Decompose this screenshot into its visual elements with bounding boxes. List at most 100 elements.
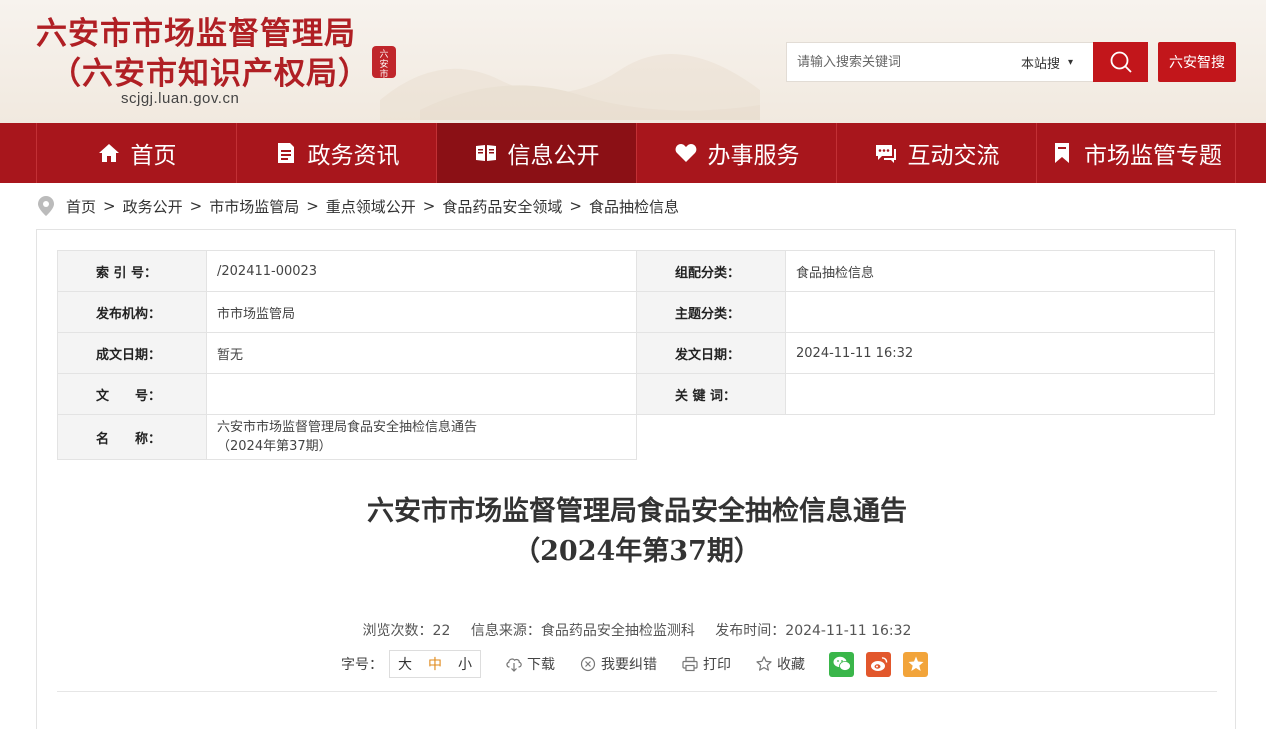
table-row: 成文日期： 暂无 发文日期： 2024-11-11 16:32 xyxy=(57,332,1215,374)
content-panel: 索 引 号： /202411-00023 组配分类： 食品抽检信息 发布机构： … xyxy=(36,229,1236,729)
site-url: scjgj.luan.gov.cn xyxy=(121,90,240,107)
print-label: 打印 xyxy=(703,657,731,673)
search-input[interactable] xyxy=(787,43,1009,81)
breadcrumb-gov-open[interactable]: 政务公开 xyxy=(123,196,183,217)
docno-label: 文 号： xyxy=(57,373,207,415)
printer-icon xyxy=(682,656,698,672)
nav-item-info-open[interactable]: 信息公开 xyxy=(436,123,636,183)
breadcrumb-separator: > xyxy=(189,197,203,215)
nav-item-home[interactable]: 首页 xyxy=(36,123,236,183)
breadcrumb-home[interactable]: 首页 xyxy=(66,196,96,217)
group-label: 组配分类： xyxy=(636,250,786,292)
smart-search-button[interactable]: 六安智搜 xyxy=(1158,42,1236,82)
font-size-group: 大 中 小 xyxy=(389,650,481,678)
seal-char: 六 xyxy=(379,50,389,60)
publisher-label: 发布机构： xyxy=(57,291,207,333)
table-row: 发布机构： 市市场监管局 主题分类： xyxy=(57,291,1215,333)
search-button[interactable] xyxy=(1093,42,1148,82)
search-scope-label: 本站搜 xyxy=(1021,56,1061,72)
mountain-decoration xyxy=(380,54,760,120)
created-date-value: 暂无 xyxy=(206,332,637,374)
breadcrumb: 首页 > 政务公开 > 市市场监管局 > 重点领域公开 > 食品药品安全领域 >… xyxy=(0,183,1266,229)
nav-item-label: 互动交流 xyxy=(907,143,1000,169)
site-title-line2: （六安市知识产权局） xyxy=(50,56,370,92)
correction-label: 我要纠错 xyxy=(601,657,657,673)
bookmark-icon xyxy=(1055,143,1069,163)
content-divider xyxy=(57,691,1217,692)
download-label: 下载 xyxy=(527,657,555,673)
article-toolbar: 字号： 大 中 小 下载 我要纠错 打印 收藏 xyxy=(341,650,928,678)
font-size-medium-button[interactable]: 中 xyxy=(420,651,450,677)
info-source: 信息来源：食品药品安全抽检监测科 xyxy=(470,623,695,639)
star-icon xyxy=(756,656,772,671)
seal-char: 市 xyxy=(379,70,389,80)
site-header: 六安市市场监督管理局 （六安市知识产权局） 六安市 scjgj.luan.gov… xyxy=(0,0,1266,123)
table-row: 名 称： 六安市市场监督管理局食品安全抽检信息通告 （2024年第37期） xyxy=(57,414,1215,460)
search-box: 本站搜 ▾ xyxy=(786,42,1093,82)
share-wechat-button[interactable] xyxy=(829,651,854,677)
index-value: /202411-00023 xyxy=(206,250,637,292)
location-pin-icon xyxy=(38,196,54,216)
font-size-small-button[interactable]: 小 xyxy=(450,651,480,677)
published-date-value: 2024-11-11 16:32 xyxy=(785,332,1215,374)
nav-item-label: 市场监管专题 xyxy=(1084,143,1222,169)
download-icon xyxy=(506,658,522,672)
breadcrumb-key-areas[interactable]: 重点领域公开 xyxy=(326,196,416,217)
created-date-label: 成文日期： xyxy=(57,332,207,374)
table-row: 索 引 号： /202411-00023 组配分类： 食品抽检信息 xyxy=(57,250,1215,292)
article-meta: 浏览次数：22 信息来源：食品药品安全抽检监测科 发布时间：2024-11-11… xyxy=(37,620,1237,640)
main-nav: 首页 政务资讯 信息公开 办事服务 互动交流 市场监管专题 xyxy=(0,123,1266,183)
heart-icon xyxy=(675,144,696,162)
chat-icon xyxy=(875,145,896,163)
breadcrumb-separator: > xyxy=(306,197,319,215)
nav-item-label: 政务资讯 xyxy=(307,143,400,169)
breadcrumb-separator: > xyxy=(422,197,436,215)
share-weibo-button[interactable] xyxy=(866,651,891,677)
breadcrumb-separator: > xyxy=(569,197,582,215)
breadcrumb-food-drug[interactable]: 食品药品安全领域 xyxy=(442,196,562,217)
font-size-large-button[interactable]: 大 xyxy=(390,651,420,677)
breadcrumb-separator: > xyxy=(103,197,116,215)
publisher-value: 市市场监管局 xyxy=(206,291,637,333)
index-label: 索 引 号： xyxy=(57,250,207,292)
article-title-line1: 六安市市场监督管理局食品安全抽检信息通告 xyxy=(367,496,907,527)
favorite-button[interactable]: 收藏 xyxy=(755,654,805,674)
nav-item-market-topics[interactable]: 市场监管专题 xyxy=(1036,123,1236,183)
qzone-star-icon xyxy=(908,656,923,671)
home-icon xyxy=(98,144,119,162)
topic-label: 主题分类： xyxy=(636,291,786,333)
nav-item-interaction[interactable]: 互动交流 xyxy=(836,123,1036,183)
nav-item-label: 首页 xyxy=(130,143,177,169)
document-icon xyxy=(277,143,294,163)
share-qzone-button[interactable] xyxy=(903,651,928,677)
seal-stamp: 六安市 xyxy=(372,46,396,80)
site-title-line1: 六安市市场监督管理局 xyxy=(36,16,356,52)
search-icon xyxy=(1110,51,1132,73)
name-value-line1: 六安市市场监督管理局食品安全抽检信息通告 xyxy=(217,420,478,435)
weibo-icon xyxy=(870,657,887,671)
publish-time: 发布时间：2024-11-11 16:32 xyxy=(715,623,912,639)
article-title-line2: （2024年第37期） xyxy=(513,536,761,567)
download-button[interactable]: 下载 xyxy=(505,654,555,674)
search-scope-select[interactable]: 本站搜 ▾ xyxy=(1009,53,1073,72)
name-label: 名 称： xyxy=(57,414,207,460)
docno-value xyxy=(206,373,637,415)
open-book-icon xyxy=(475,145,496,161)
favorite-label: 收藏 xyxy=(777,657,805,673)
error-circle-icon xyxy=(580,656,596,672)
breadcrumb-food-inspection[interactable]: 食品抽检信息 xyxy=(589,196,679,217)
wechat-icon xyxy=(833,656,851,671)
seal-char: 安 xyxy=(379,60,389,70)
name-value: 六安市市场监督管理局食品安全抽检信息通告 （2024年第37期） xyxy=(206,414,637,460)
nav-item-label: 信息公开 xyxy=(507,143,600,169)
keywords-label: 关 键 词： xyxy=(636,373,786,415)
nav-item-label: 办事服务 xyxy=(707,143,800,169)
nav-item-news[interactable]: 政务资讯 xyxy=(236,123,436,183)
font-size-label: 字号： xyxy=(341,657,383,673)
nav-item-services[interactable]: 办事服务 xyxy=(636,123,836,183)
document-meta-table: 索 引 号： /202411-00023 组配分类： 食品抽检信息 发布机构： … xyxy=(57,250,1215,460)
breadcrumb-city-bureau[interactable]: 市市场监管局 xyxy=(209,196,299,217)
published-date-label: 发文日期： xyxy=(636,332,786,374)
correction-button[interactable]: 我要纠错 xyxy=(579,654,657,674)
print-button[interactable]: 打印 xyxy=(681,654,731,674)
